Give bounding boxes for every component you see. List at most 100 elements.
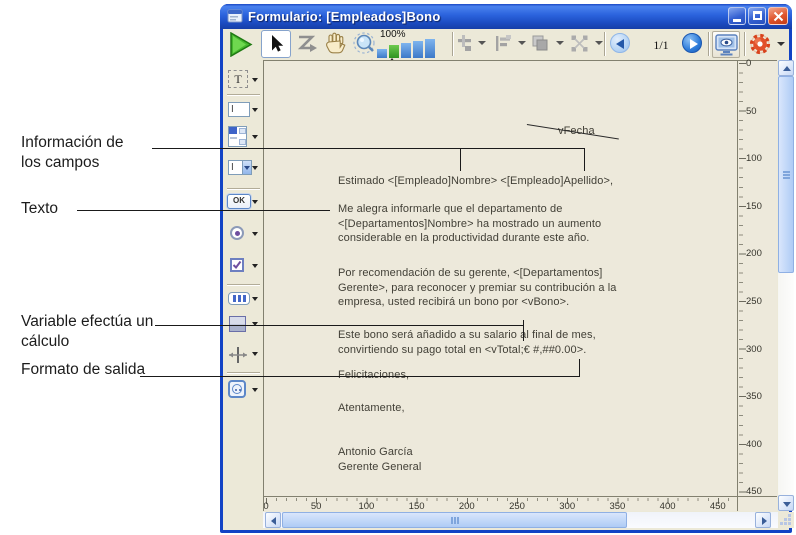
minimize-button[interactable] — [728, 7, 746, 25]
hruler-label: 100 — [358, 501, 374, 511]
callout-line-fields-drop2 — [584, 148, 585, 171]
form-window-icon — [227, 8, 243, 24]
splitter-tool-icon[interactable] — [228, 346, 248, 364]
align-button[interactable] — [456, 34, 476, 54]
radio-tool-icon[interactable] — [230, 226, 244, 240]
vertical-ruler: 050100150200250300350400450 — [737, 60, 777, 496]
annotation-text: Texto — [21, 199, 58, 219]
close-button[interactable] — [768, 7, 788, 25]
button-tool-icon[interactable]: OK — [227, 194, 251, 209]
horizontal-scrollbar[interactable] — [263, 512, 778, 528]
checkbox-tool-dropdown[interactable] — [252, 264, 258, 268]
letter-paragraph-1[interactable]: Me alegra informarle que el departamento… — [338, 202, 601, 246]
pan-hand-tool-button[interactable] — [324, 31, 348, 56]
hruler-label: 450 — [710, 501, 726, 511]
hruler-label: 400 — [660, 501, 676, 511]
checkbox-tool-icon[interactable] — [230, 258, 244, 272]
toolbar-separator — [452, 32, 454, 56]
scroll-right-button[interactable] — [755, 512, 771, 528]
maximize-button[interactable] — [748, 7, 766, 25]
page-indicator: 1/1 — [645, 38, 677, 53]
vruler-label: 400 — [746, 439, 762, 450]
scroll-up-button[interactable] — [778, 60, 794, 76]
button-grid-tool-icon[interactable] — [228, 292, 250, 305]
callout-line-format-drop — [579, 359, 580, 376]
scroll-down-icon — [783, 502, 791, 507]
letter-signature[interactable]: Antonio García Gerente General — [338, 445, 421, 475]
vruler-label: 300 — [746, 344, 762, 355]
input-tool-icon[interactable]: I — [228, 102, 250, 117]
vruler-label: 50 — [746, 106, 757, 117]
hruler-label: 0 — [263, 501, 268, 511]
scroll-down-button[interactable] — [778, 495, 794, 511]
align-dropdown-arrow[interactable] — [478, 41, 486, 45]
callout-line-format — [140, 376, 580, 377]
letter-paragraph-2[interactable]: Por recomendación de su gerente, <[Depar… — [338, 266, 617, 310]
callout-line-variable-drop — [523, 320, 524, 341]
arrange-dropdown-arrow[interactable] — [556, 41, 564, 45]
hruler-label: 150 — [409, 501, 425, 511]
button-grid-tool-dropdown[interactable] — [252, 297, 258, 301]
preview-button[interactable] — [712, 31, 740, 58]
toolbar-separator — [744, 32, 746, 56]
toolbar-separator — [708, 32, 710, 56]
radio-tool-dropdown[interactable] — [252, 232, 258, 236]
indicator-tool-icon[interactable] — [228, 380, 246, 398]
annotation-variable: Variable efectúa un cálculo — [21, 312, 153, 352]
resize-grip[interactable] — [778, 512, 794, 528]
callout-line-fields-drop1 — [460, 148, 461, 171]
rectangle-tool-icon[interactable] — [229, 316, 246, 332]
letter-paragraph-3[interactable]: Este bono será añadido a su salario al f… — [338, 328, 596, 357]
distribute-dropdown-arrow[interactable] — [518, 41, 526, 45]
hruler-label: 250 — [509, 501, 525, 511]
callout-line-text — [77, 210, 330, 211]
settings-gear-button[interactable] — [749, 33, 771, 55]
scroll-up-icon — [783, 66, 791, 71]
execute-button[interactable] — [228, 32, 254, 57]
input-tool-dropdown[interactable] — [252, 108, 258, 112]
toolbox-separator — [227, 372, 260, 374]
ruler-corner — [737, 496, 777, 511]
button-tool-dropdown[interactable] — [252, 200, 258, 204]
label-tool-icon[interactable]: T — [228, 70, 248, 88]
vertical-scroll-thumb[interactable] — [778, 76, 794, 273]
hruler-label: 350 — [609, 501, 625, 511]
indicator-tool-dropdown[interactable] — [252, 388, 258, 392]
scroll-left-button[interactable] — [265, 512, 281, 528]
list-tool-dropdown[interactable] — [252, 135, 258, 139]
close-icon — [773, 11, 784, 22]
combobox-tool-icon[interactable]: I — [228, 160, 252, 175]
next-page-button[interactable] — [682, 33, 702, 53]
window-title: Formulario: [Empleados]Bono — [248, 9, 440, 24]
pointer-tool-button[interactable] — [261, 30, 291, 58]
hruler-label: 50 — [311, 501, 322, 511]
combobox-tool-dropdown[interactable] — [252, 166, 258, 170]
vruler-label: 350 — [746, 391, 762, 402]
previous-page-button[interactable] — [610, 33, 630, 53]
tab-order-tool-button[interactable] — [296, 33, 320, 56]
zoom-bars-icon[interactable] — [377, 39, 435, 58]
vruler-label: 100 — [746, 153, 762, 164]
horizontal-scroll-thumb[interactable] — [282, 512, 627, 528]
label-tool-dropdown[interactable] — [252, 78, 258, 82]
resize-dropdown-arrow[interactable] — [595, 41, 603, 45]
next-page-icon — [690, 39, 698, 49]
arrange-button[interactable] — [531, 34, 551, 54]
vruler-label: 150 — [746, 201, 762, 212]
splitter-tool-dropdown[interactable] — [252, 352, 258, 356]
settings-dropdown-arrow[interactable] — [777, 42, 785, 46]
letter-greeting[interactable]: Estimado <[Empleado]Nombre> <[Empleado]A… — [338, 174, 613, 189]
previous-page-icon — [616, 39, 624, 49]
list-tool-icon[interactable] — [228, 126, 247, 147]
distribute-button[interactable] — [494, 34, 514, 54]
magnifier-tool-button[interactable] — [352, 31, 378, 57]
toolbox-separator — [227, 94, 260, 96]
annotation-format: Formato de salida — [21, 360, 145, 380]
scroll-right-icon — [762, 517, 767, 525]
vertical-scrollbar[interactable] — [778, 60, 794, 511]
letter-signoff[interactable]: Atentamente, — [338, 401, 405, 416]
vruler-label: 200 — [746, 248, 762, 259]
figure-root: Formulario: [Empleados]Bono — [0, 0, 796, 535]
maximize-icon — [753, 11, 762, 20]
resize-button[interactable] — [570, 34, 590, 54]
